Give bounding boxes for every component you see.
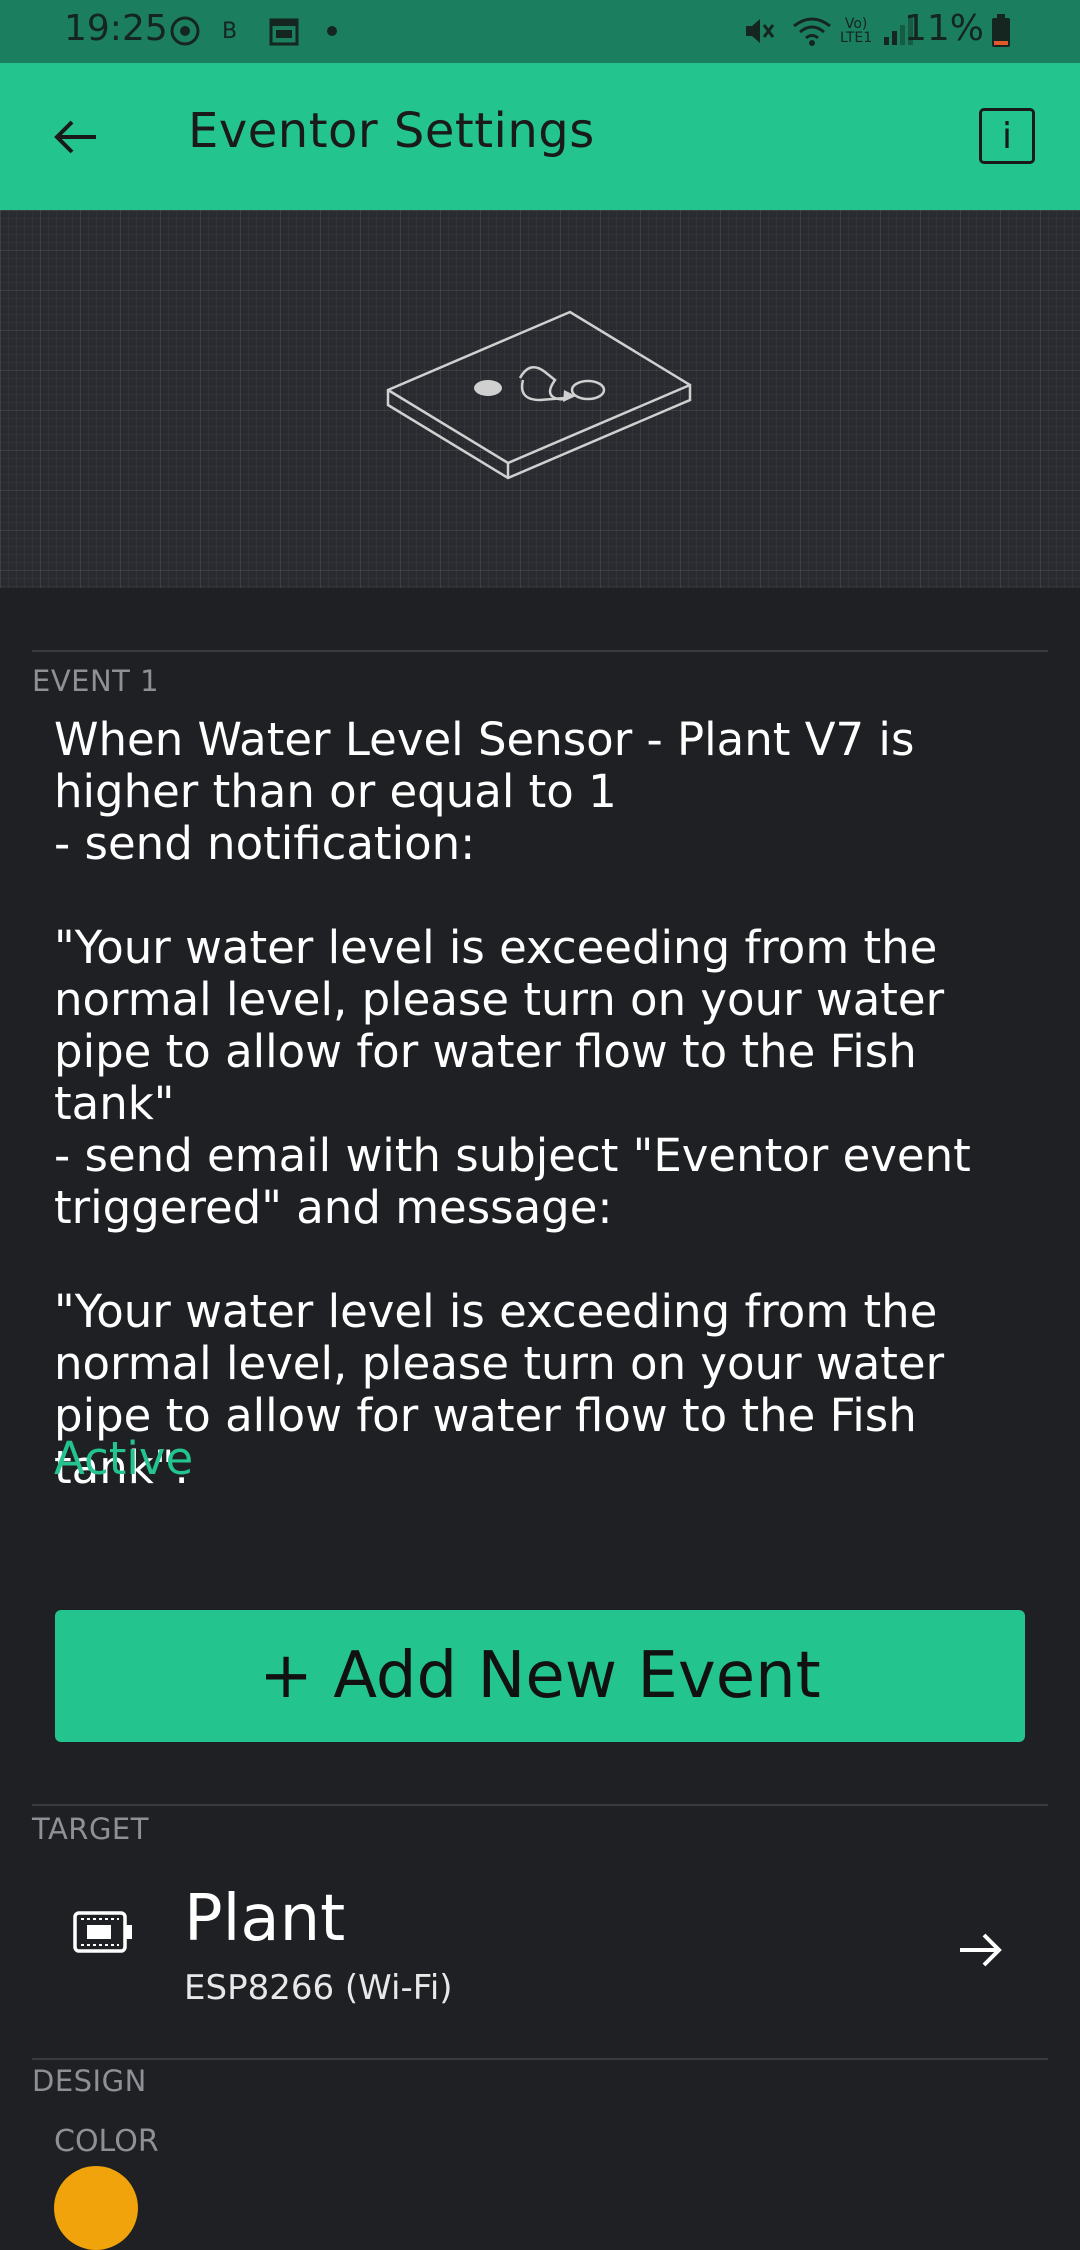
- b-icon: B: [222, 18, 238, 44]
- back-button[interactable]: [40, 101, 112, 173]
- color-swatch[interactable]: [54, 2166, 138, 2250]
- arrow-right-icon: [960, 1933, 1002, 1967]
- design-section-label: DESIGN: [32, 2064, 147, 2098]
- wifi-icon: [790, 14, 834, 48]
- info-button[interactable]: i: [979, 108, 1035, 164]
- status-bar: 19:25 B Vo) LTE1 11%: [0, 0, 1080, 63]
- volte-icon: Vo) LTE1: [840, 16, 873, 46]
- app-bar: Eventor Settings i: [0, 63, 1080, 210]
- target-device-row[interactable]: Plant ESP8266 (Wi-Fi): [0, 1860, 1080, 2008]
- mute-icon: [742, 14, 776, 48]
- color-label: COLOR: [54, 2124, 159, 2159]
- section-divider: [32, 2058, 1048, 2060]
- arrow-left-icon: [54, 120, 96, 154]
- event-section-label: EVENT 1: [32, 664, 160, 698]
- battery-icon: [990, 14, 1012, 48]
- network-type: LTE1: [840, 30, 873, 46]
- event-status: Active: [54, 1432, 194, 1485]
- calendar-icon: [268, 14, 300, 48]
- target-device-type: ESP8266 (Wi-Fi): [184, 1968, 453, 2008]
- widget-illustration: [0, 210, 1080, 588]
- target-open-button[interactable]: [950, 1920, 1010, 1980]
- section-divider: [32, 650, 1048, 652]
- eventor-device-icon: [386, 310, 692, 480]
- dot-icon: [326, 14, 338, 48]
- target-section-label: TARGET: [32, 1812, 149, 1846]
- page-title: Eventor Settings: [188, 103, 595, 159]
- device-board-icon: [72, 1910, 134, 1958]
- event-description[interactable]: When Water Level Sensor - Plant V7 is hi…: [54, 714, 1014, 1494]
- section-divider: [32, 1804, 1048, 1806]
- status-time: 19:25: [64, 8, 168, 49]
- sync-icon: [168, 14, 202, 48]
- info-icon: i: [1001, 115, 1012, 157]
- target-device-name: Plant: [184, 1882, 346, 1956]
- battery-percent: 11%: [903, 8, 984, 49]
- add-new-event-button[interactable]: + Add New Event: [55, 1610, 1025, 1742]
